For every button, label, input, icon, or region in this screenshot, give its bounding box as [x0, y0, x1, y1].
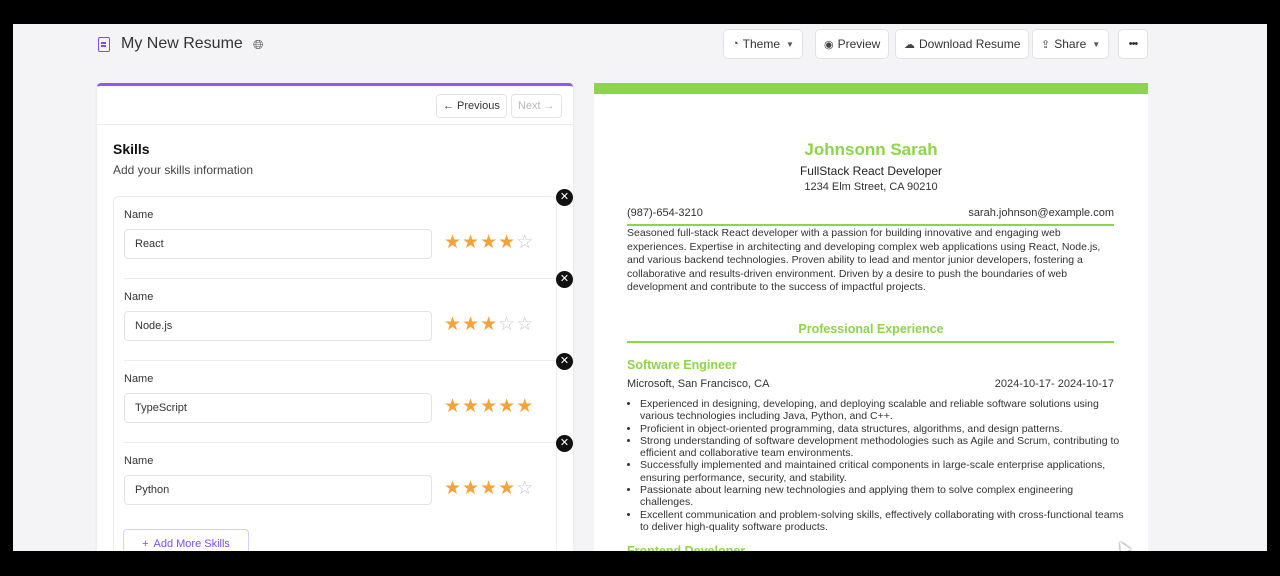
share-button[interactable]: ⇪ Share ▼ — [1032, 29, 1110, 59]
skill-name-input[interactable]: Node.js — [124, 311, 432, 341]
download-resume-button[interactable]: ☁ Download Resume — [895, 29, 1030, 59]
star-filled-icon[interactable]: ★ — [462, 233, 479, 253]
star-filled-icon[interactable]: ★ — [462, 479, 479, 499]
divider — [627, 224, 1114, 226]
resume-summary: Seasoned full-stack React developer with… — [627, 227, 1101, 293]
star-filled-icon[interactable]: ★ — [498, 397, 515, 417]
skill-name-input[interactable]: React — [124, 229, 432, 259]
resume-title[interactable]: My New Resume — [121, 35, 243, 53]
star-empty-icon[interactable]: ☆ — [498, 315, 515, 335]
globe-icon[interactable]: 🌐︎ — [253, 37, 263, 53]
eye-icon: ◉ — [824, 38, 834, 51]
editor-panel: ← Previous Next → Skills Add your skills… — [97, 83, 573, 551]
add-more-skills-button[interactable]: + Add More Skills — [123, 529, 249, 551]
close-icon[interactable]: ✕ — [556, 435, 573, 452]
skill-rating[interactable]: ★ ★ ★ ★ ☆ — [444, 479, 533, 499]
top-bar: My New Resume 🌐︎ ◔ Theme ▼ ◉ Preview ☁ D… — [13, 24, 1267, 66]
resume-preview: Johnsonn Sarah FullStack React Developer… — [594, 83, 1148, 551]
skill-rating[interactable]: ★ ★ ★ ★ ☆ — [444, 233, 533, 253]
star-filled-icon[interactable]: ★ — [480, 397, 497, 417]
skill-name-label: Name — [124, 373, 154, 385]
list-item: Proficient in object-oriented programmin… — [640, 423, 1127, 435]
skill-rating[interactable]: ★ ★ ★ ★ ★ — [444, 397, 533, 417]
star-filled-icon[interactable]: ★ — [462, 397, 479, 417]
preview-button[interactable]: ◉ Preview — [815, 29, 890, 59]
resume-job-title: FullStack React Developer — [799, 164, 943, 178]
more-icon: ••• — [1128, 38, 1139, 50]
job-company: Microsoft, San Francisco, CA — [627, 378, 770, 390]
list-item: Successfully implemented and maintained … — [640, 459, 1127, 484]
resume-name: Johnsonn Sarah — [804, 140, 938, 159]
star-filled-icon[interactable]: ★ — [516, 397, 533, 417]
experience-heading: Professional Experience — [798, 322, 944, 336]
skill-entry: ✕ Name Python ★ ★ ★ ★ ☆ — [124, 435, 573, 525]
chevron-down-icon: ▼ — [786, 39, 794, 49]
resume-phone: (987)-654-3210 — [627, 207, 703, 219]
list-item: Experienced in designing, developing, an… — [640, 398, 1127, 423]
section-title: Skills — [113, 141, 150, 157]
star-filled-icon[interactable]: ★ — [480, 479, 497, 499]
palette-icon: ◔ — [732, 38, 739, 50]
star-filled-icon[interactable]: ★ — [444, 233, 461, 253]
resume-email: sarah.johnson@example.com — [968, 207, 1114, 219]
star-filled-icon[interactable]: ★ — [444, 479, 461, 499]
skill-name-label: Name — [124, 209, 154, 221]
plus-icon: + — [142, 538, 149, 550]
list-item: Excellent communication and problem-solv… — [640, 509, 1127, 534]
star-filled-icon[interactable]: ★ — [498, 479, 515, 499]
star-empty-icon[interactable]: ☆ — [516, 315, 533, 335]
close-icon[interactable]: ✕ — [556, 189, 573, 206]
skill-rating[interactable]: ★ ★ ★ ☆ ☆ — [444, 315, 533, 335]
resume-address: 1234 Elm Street, CA 90210 — [804, 181, 938, 193]
skill-name-label: Name — [124, 455, 154, 467]
skill-entry: ✕ Name React ★ ★ ★ ★ ☆ — [124, 189, 573, 279]
close-icon[interactable]: ✕ — [556, 271, 573, 288]
job-dates: 2024-10-17- 2024-10-17 — [994, 378, 1114, 390]
section-subtitle: Add your skills information — [113, 163, 254, 177]
step-navigation: ← Previous Next → — [97, 86, 573, 125]
theme-button[interactable]: ◔ Theme ▼ — [723, 29, 803, 59]
star-filled-icon[interactable]: ★ — [480, 233, 497, 253]
divider — [627, 341, 1114, 343]
previous-button[interactable]: ← Previous — [436, 94, 507, 118]
cloud-download-icon: ☁ — [904, 38, 915, 51]
chevron-down-icon: ▼ — [1092, 39, 1101, 49]
job-role: Software Engineer — [627, 358, 737, 372]
star-filled-icon[interactable]: ★ — [462, 315, 479, 335]
app-window: My New Resume 🌐︎ ◔ Theme ▼ ◉ Preview ☁ D… — [13, 24, 1267, 551]
list-item: Strong understanding of software develop… — [640, 435, 1127, 460]
skill-name-input[interactable]: TypeScript — [124, 393, 432, 423]
share-icon: ⇪ — [1041, 38, 1051, 51]
star-filled-icon[interactable]: ★ — [444, 397, 461, 417]
skill-name-input[interactable]: Python — [124, 475, 432, 505]
list-item: Passionate about learning new technologi… — [640, 484, 1127, 509]
next-button[interactable]: Next → — [511, 94, 562, 118]
star-filled-icon[interactable]: ★ — [480, 315, 497, 335]
document-icon — [98, 37, 110, 52]
star-empty-icon[interactable]: ☆ — [516, 233, 533, 253]
star-empty-icon[interactable]: ☆ — [516, 479, 533, 499]
job-role: Frontend Developer — [627, 544, 746, 551]
skill-name-label: Name — [124, 291, 154, 303]
skill-entry: ✕ Name TypeScript ★ ★ ★ ★ ★ — [124, 353, 573, 443]
skills-list: ✕ Name React ★ ★ ★ ★ ☆ ✕ Name Node.js ★ ★ ★ ☆ ☆ … — [113, 189, 573, 551]
skill-entry: ✕ Name Node.js ★ ★ ★ ☆ ☆ — [124, 271, 573, 361]
star-filled-icon[interactable]: ★ — [444, 315, 461, 335]
star-filled-icon[interactable]: ★ — [498, 233, 515, 253]
close-icon[interactable]: ✕ — [556, 353, 573, 370]
more-options-button[interactable]: ••• — [1118, 29, 1148, 59]
job-bullets: Experienced in designing, developing, an… — [627, 398, 1127, 533]
